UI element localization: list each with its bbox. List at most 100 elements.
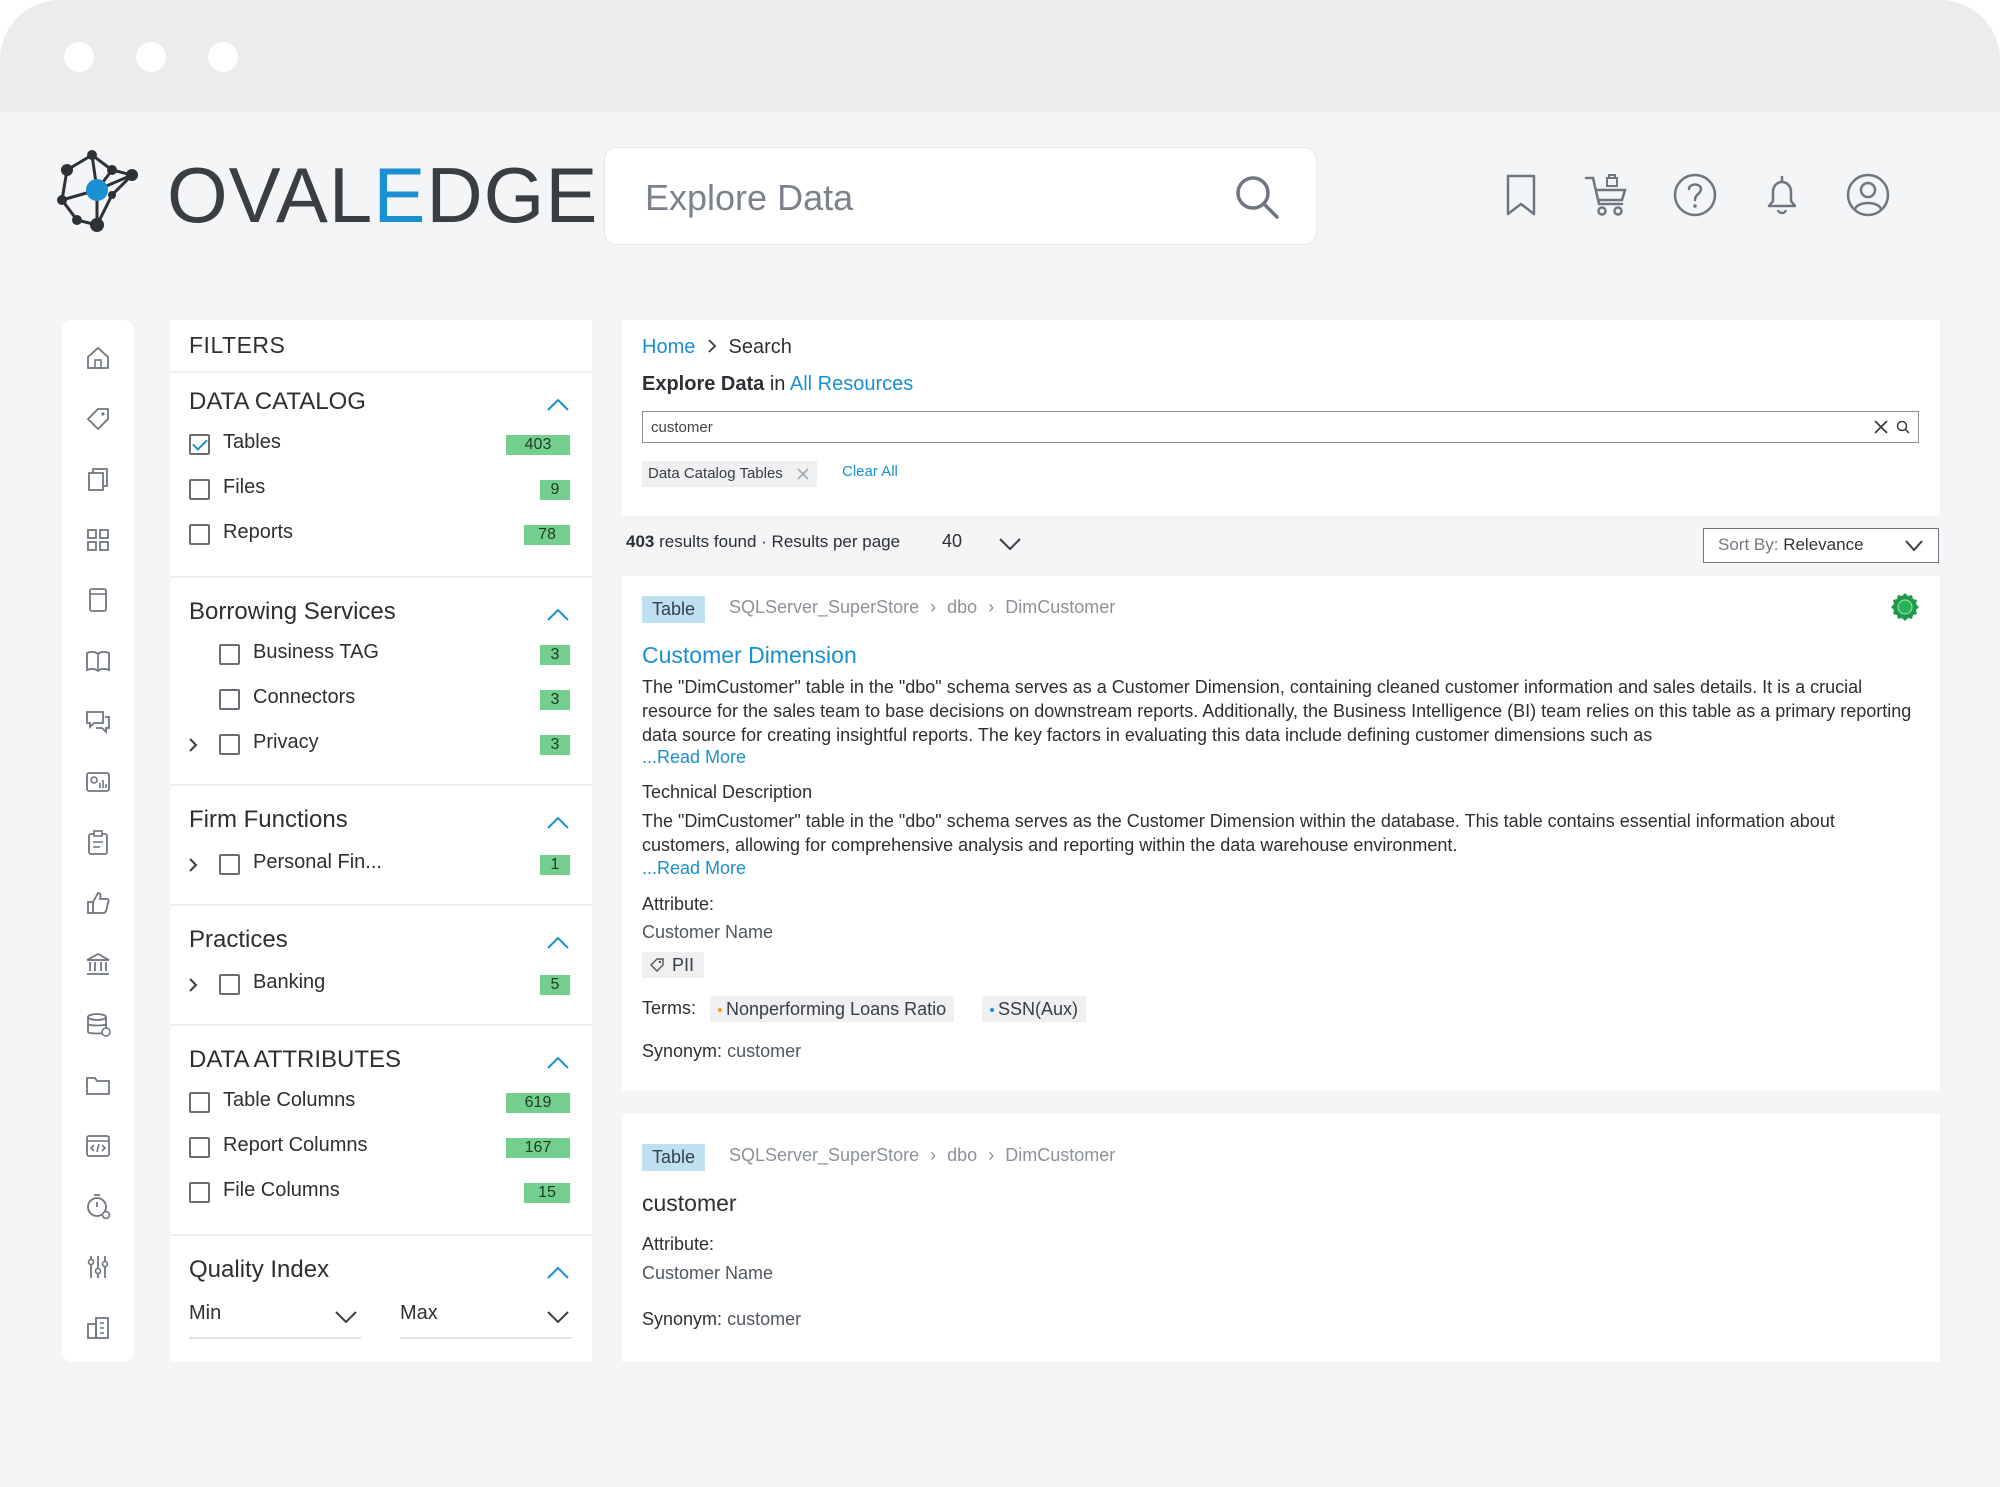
- breadcrumb-home[interactable]: Home: [642, 336, 695, 358]
- scope-link[interactable]: All Resources: [790, 373, 913, 395]
- logo-wordmark: OVALEDGE: [167, 151, 599, 239]
- grid-icon[interactable]: [84, 526, 112, 554]
- count-badge: 15: [524, 1183, 570, 1203]
- filter-section-title: DATA CATALOG: [189, 388, 366, 415]
- breadcrumb-current: Search: [728, 336, 792, 358]
- term-chip[interactable]: Nonperforming Loans Ratio: [710, 996, 955, 1022]
- path-db[interactable]: SQLServer_SuperStore: [729, 1145, 919, 1165]
- timer-icon[interactable]: [84, 1192, 112, 1220]
- count-badge: 1: [540, 855, 570, 875]
- filter-section-title: DATA ATTRIBUTES: [189, 1046, 402, 1073]
- term-chip[interactable]: SSN(Aux): [982, 996, 1087, 1022]
- path-schema[interactable]: dbo: [947, 1145, 977, 1165]
- code-icon[interactable]: [84, 1132, 112, 1160]
- chevron-down-icon[interactable]: [998, 536, 1022, 552]
- checkbox[interactable]: [189, 434, 210, 455]
- read-more-link[interactable]: ...Read More: [642, 858, 746, 879]
- close-icon[interactable]: [1874, 420, 1888, 434]
- filter-option[interactable]: Business TAG 3: [170, 638, 592, 672]
- search-icon[interactable]: [1234, 174, 1280, 220]
- filter-option[interactable]: Connectors 3: [170, 683, 592, 717]
- global-search[interactable]: [604, 147, 1317, 245]
- bell-icon[interactable]: [1757, 170, 1807, 220]
- clipboard-icon[interactable]: [84, 829, 112, 857]
- database-icon[interactable]: [84, 1011, 112, 1039]
- open-book-icon[interactable]: [84, 647, 112, 675]
- path-schema[interactable]: dbo: [947, 597, 977, 617]
- chevron-up-icon[interactable]: [546, 934, 570, 950]
- synonym-value: customer: [727, 1309, 802, 1329]
- chevron-up-icon[interactable]: [546, 606, 570, 622]
- per-page-value[interactable]: 40: [942, 531, 962, 552]
- thumbs-up-icon[interactable]: [84, 889, 112, 917]
- result-card[interactable]: Table SQLServer_SuperStore › dbo › DimCu…: [622, 1114, 1940, 1362]
- cart-icon[interactable]: [1582, 170, 1632, 220]
- window-dot: [64, 42, 94, 72]
- checkbox[interactable]: [189, 524, 210, 545]
- result-title[interactable]: Customer Dimension: [642, 642, 857, 669]
- sort-dropdown[interactable]: Sort By: Relevance: [1703, 528, 1939, 563]
- folder-icon[interactable]: [84, 1071, 112, 1099]
- path-table[interactable]: DimCustomer: [1005, 1145, 1115, 1165]
- copy-icon[interactable]: [84, 465, 112, 493]
- logo[interactable]: OVALEDGE: [52, 145, 597, 245]
- filter-option[interactable]: Personal Fin... 1: [170, 848, 592, 882]
- filter-option[interactable]: Reports 78: [170, 518, 592, 552]
- bank-icon[interactable]: [84, 950, 112, 978]
- user-icon[interactable]: [1843, 170, 1893, 220]
- window-dot: [136, 42, 166, 72]
- checkbox[interactable]: [219, 854, 240, 875]
- chevron-up-icon[interactable]: [546, 1264, 570, 1280]
- checkbox[interactable]: [219, 974, 240, 995]
- checkbox[interactable]: [219, 689, 240, 710]
- filter-option[interactable]: File Columns 15: [170, 1176, 592, 1210]
- clear-all-link[interactable]: Clear All: [842, 463, 898, 480]
- checkbox[interactable]: [189, 1092, 210, 1113]
- bookmark-icon[interactable]: [1496, 170, 1546, 220]
- tag-icon[interactable]: [84, 405, 112, 433]
- search-input[interactable]: [651, 416, 1831, 438]
- filter-option[interactable]: Tables 403: [170, 428, 592, 462]
- result-card[interactable]: Table SQLServer_SuperStore › dbo › DimCu…: [622, 576, 1940, 1091]
- quality-min-select[interactable]: Min: [189, 1302, 361, 1342]
- chevron-up-icon[interactable]: [546, 814, 570, 830]
- filter-section-title: Borrowing Services: [189, 598, 396, 625]
- checkbox[interactable]: [219, 644, 240, 665]
- chevron-down-icon: [1905, 540, 1923, 552]
- chevron-up-icon[interactable]: [546, 396, 570, 412]
- chevron-right-icon[interactable]: [188, 977, 198, 993]
- filter-option[interactable]: Banking 5: [170, 968, 592, 1002]
- search-icon[interactable]: [1896, 420, 1910, 434]
- result-title[interactable]: customer: [642, 1190, 737, 1217]
- chevron-right-icon[interactable]: [188, 857, 198, 873]
- book-icon[interactable]: [84, 586, 112, 614]
- browser-window: OVALEDGE FILTERS: [0, 0, 2000, 1487]
- filter-option[interactable]: Privacy 3: [170, 728, 592, 762]
- filter-option-label: Report Columns: [223, 1134, 368, 1156]
- filter-option[interactable]: Files 9: [170, 473, 592, 507]
- chevron-right-icon[interactable]: [188, 737, 198, 753]
- tag-icon: [650, 958, 664, 972]
- search-box[interactable]: [642, 411, 1919, 443]
- building-icon[interactable]: [84, 1314, 112, 1342]
- path-table[interactable]: DimCustomer: [1005, 597, 1115, 617]
- asset-path: SQLServer_SuperStore › dbo › DimCustomer: [729, 1145, 1116, 1165]
- global-search-input[interactable]: [645, 176, 1205, 220]
- read-more-link[interactable]: ...Read More: [642, 747, 746, 768]
- help-icon[interactable]: [1670, 170, 1720, 220]
- image-icon[interactable]: [84, 768, 112, 796]
- filter-option[interactable]: Table Columns 619: [170, 1086, 592, 1120]
- result-description: The "DimCustomer" table in the "dbo" sch…: [642, 677, 1912, 745]
- settings-icon[interactable]: [84, 1253, 112, 1281]
- home-icon[interactable]: [84, 344, 112, 372]
- checkbox[interactable]: [219, 734, 240, 755]
- quality-max-select[interactable]: Max: [400, 1302, 572, 1342]
- path-db[interactable]: SQLServer_SuperStore: [729, 597, 919, 617]
- chat-icon[interactable]: [84, 708, 112, 736]
- checkbox[interactable]: [189, 479, 210, 500]
- filter-option[interactable]: Report Columns 167: [170, 1131, 592, 1165]
- checkbox[interactable]: [189, 1137, 210, 1158]
- checkbox[interactable]: [189, 1182, 210, 1203]
- chevron-up-icon[interactable]: [546, 1054, 570, 1070]
- close-icon[interactable]: [797, 468, 809, 480]
